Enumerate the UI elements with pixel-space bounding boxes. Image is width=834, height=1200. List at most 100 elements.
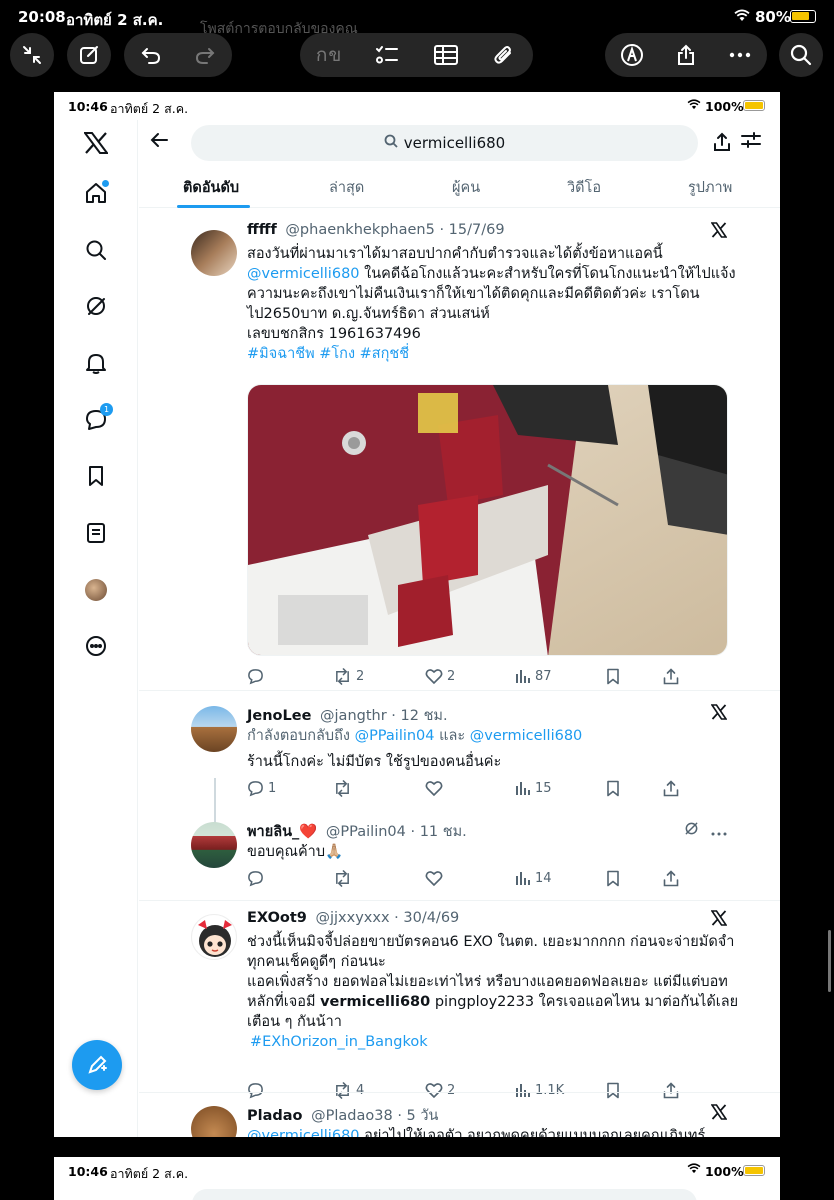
- like-button[interactable]: [425, 780, 447, 797]
- author-name[interactable]: EXOot9: [247, 910, 307, 926]
- author-name[interactable]: fffff: [247, 222, 277, 238]
- collapse-button[interactable]: [10, 33, 54, 77]
- avatar[interactable]: [191, 914, 237, 960]
- bookmark-icon[interactable]: [606, 1082, 624, 1099]
- post[interactable]: fffff @phaenkhekphaen5 · 15/7/69 สองวันท…: [191, 222, 736, 692]
- notifications-icon[interactable]: [81, 348, 111, 378]
- tab-people[interactable]: ผู้คน: [452, 176, 480, 199]
- mention-link[interactable]: @vermicelli680: [247, 1128, 360, 1137]
- grok-x-icon[interactable]: [710, 1104, 728, 1125]
- tab-top[interactable]: ติดอันดับ: [183, 176, 239, 199]
- filter-icon[interactable]: [741, 131, 761, 154]
- author-handle[interactable]: @jjxxyxxx: [316, 910, 390, 926]
- post[interactable]: พายลิน_❤️ @PPailin04 · 11 ชม. ขอบคุณค้าบ…: [191, 820, 727, 900]
- like-button[interactable]: [425, 870, 447, 887]
- home-icon[interactable]: [81, 178, 111, 208]
- scrollbar[interactable]: [828, 930, 831, 992]
- redo-icon[interactable]: [192, 42, 218, 68]
- search-input[interactable]: vermicelli680: [191, 125, 698, 161]
- post[interactable]: EXOot9 @jjxxyxxx · 30/4/69 ช่วงนี้เห็นมิ…: [191, 910, 738, 1099]
- avatar[interactable]: [191, 822, 237, 868]
- profile-avatar[interactable]: [81, 575, 111, 605]
- mention-link[interactable]: @vermicelli680: [247, 266, 360, 282]
- more-icon[interactable]: [727, 42, 753, 68]
- mention-link[interactable]: @vermicelli680: [470, 728, 583, 744]
- views-button[interactable]: 1.1K: [515, 1082, 564, 1098]
- like-button[interactable]: 2: [425, 668, 455, 685]
- markup-button[interactable]: [67, 33, 111, 77]
- hashtag-links[interactable]: #มิจฉาชีพ #โกง #สกุชชี่: [247, 344, 731, 364]
- hashtag-link[interactable]: #EXhOrizon_in_Bangkok: [247, 1032, 731, 1052]
- reply-button[interactable]: [247, 1082, 268, 1099]
- tab-videos[interactable]: วิดีโอ: [567, 176, 601, 199]
- lists-icon[interactable]: [81, 518, 111, 548]
- author-handle[interactable]: @Pladao38: [311, 1108, 393, 1124]
- mention-link[interactable]: @PPailin04: [355, 728, 435, 744]
- share-post-icon[interactable]: [663, 780, 683, 797]
- author-name[interactable]: JenoLee: [247, 708, 311, 724]
- bookmark-icon[interactable]: [606, 668, 624, 685]
- compose-button[interactable]: [72, 1040, 122, 1090]
- grok-icon[interactable]: [684, 820, 699, 841]
- more-menu-icon[interactable]: [81, 631, 111, 661]
- repost-button[interactable]: 2: [333, 668, 364, 685]
- reply-and: และ: [439, 728, 466, 744]
- share-post-icon[interactable]: [663, 870, 683, 887]
- share-icon[interactable]: [713, 132, 731, 157]
- messages-badge: 1: [100, 403, 113, 416]
- undo-icon[interactable]: [138, 42, 164, 68]
- author-name[interactable]: พายลิน_❤️: [247, 824, 317, 840]
- like-button[interactable]: 2: [425, 1082, 455, 1099]
- table-icon[interactable]: [433, 42, 459, 68]
- search-button[interactable]: [779, 33, 823, 77]
- tab-latest[interactable]: ล่าสุด: [329, 176, 364, 199]
- reply-button[interactable]: [247, 668, 268, 685]
- grok-x-icon[interactable]: [710, 704, 728, 725]
- text-line: ทุกคนเช็คดูดีๆ ก่อนนะ: [247, 954, 386, 970]
- grok-icon[interactable]: [81, 291, 111, 321]
- attachment-icon[interactable]: [491, 42, 517, 68]
- pen-icon[interactable]: [619, 42, 645, 68]
- views-button[interactable]: 14: [515, 870, 552, 886]
- share-post-icon[interactable]: [663, 668, 683, 685]
- text-line: ขอบคุณค้าบ🙏🏼: [247, 844, 344, 860]
- repost-button[interactable]: [333, 780, 356, 797]
- ipad-battery-percent: 100%: [705, 99, 744, 114]
- post-header: EXOot9 @jjxxyxxx · 30/4/69: [247, 910, 459, 926]
- x-logo-icon[interactable]: [81, 128, 111, 158]
- messages-icon[interactable]: 1: [81, 403, 113, 435]
- more-icon[interactable]: [711, 820, 727, 841]
- views-button[interactable]: 15: [515, 780, 552, 796]
- post[interactable]: Pladao @Pladao38 · 5 วัน @vermicelli680 …: [191, 1104, 728, 1137]
- tab-photos[interactable]: รูปภาพ: [688, 176, 732, 199]
- bookmarks-icon[interactable]: [81, 461, 111, 491]
- avatar[interactable]: [191, 706, 237, 752]
- explore-icon[interactable]: [81, 235, 111, 265]
- post-actions: 14: [247, 870, 679, 890]
- author-handle[interactable]: @phaenkhekphaen5: [285, 222, 434, 238]
- author-handle[interactable]: @jangthr: [320, 708, 387, 724]
- avatar[interactable]: [191, 1106, 237, 1137]
- avatar[interactable]: [191, 230, 237, 276]
- author-handle[interactable]: @PPailin04: [326, 824, 406, 840]
- reply-button[interactable]: [247, 870, 268, 887]
- keyboard-label[interactable]: กข: [316, 42, 342, 68]
- views-button[interactable]: 87: [515, 668, 552, 684]
- search-input[interactable]: [192, 1189, 697, 1200]
- grok-x-icon[interactable]: [710, 910, 728, 931]
- repost-button[interactable]: [333, 870, 356, 887]
- grok-x-icon[interactable]: [710, 222, 728, 243]
- like-count: 2: [447, 1083, 456, 1098]
- bookmark-icon[interactable]: [606, 780, 624, 797]
- post[interactable]: JenoLee @jangthr · 12 ชม. กำลังตอบกลับถึ…: [191, 704, 728, 814]
- post-photo[interactable]: [247, 384, 728, 656]
- reply-button[interactable]: 1: [247, 780, 276, 797]
- author-name[interactable]: Pladao: [247, 1108, 303, 1124]
- repost-button[interactable]: 4: [333, 1082, 364, 1099]
- share-post-icon[interactable]: [663, 1082, 683, 1099]
- share-icon[interactable]: [673, 42, 699, 68]
- checklist-icon[interactable]: [374, 42, 400, 68]
- back-arrow-icon[interactable]: [149, 130, 173, 154]
- bookmark-icon[interactable]: [606, 870, 624, 887]
- main-column: vermicelli680 ติดอันดับ ล่าสุด ผู้คน วิด…: [139, 120, 780, 1137]
